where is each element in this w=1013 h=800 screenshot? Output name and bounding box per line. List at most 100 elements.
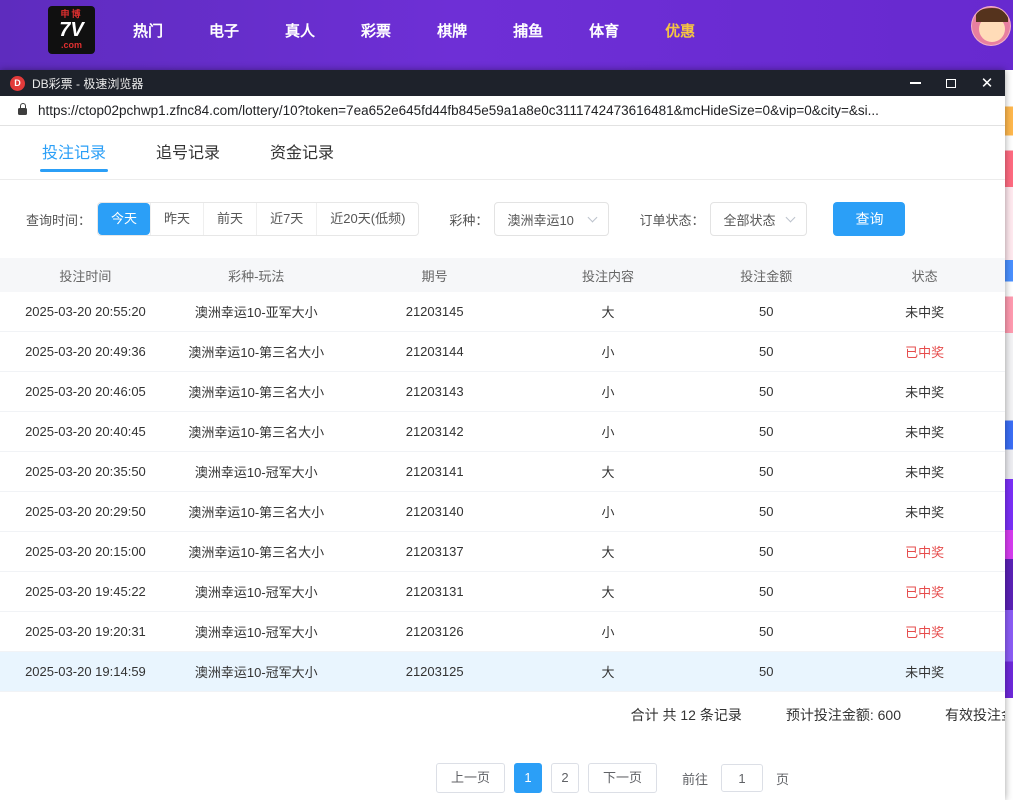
table-row[interactable]: 2025-03-20 19:45:22澳洲幸运10-冠军大小21203131大5… — [0, 572, 1005, 612]
table-cell: 澳洲幸运10-第三名大小 — [171, 502, 342, 521]
time-option[interactable]: 近7天 — [256, 203, 316, 235]
table-cell: 未中奖 — [844, 382, 1005, 401]
nav-item[interactable]: 彩票 — [361, 20, 391, 41]
record-tabs: 投注记录 追号记录 资金记录 — [0, 126, 1005, 180]
table-cell: 未中奖 — [844, 502, 1005, 521]
table-cell: 澳洲幸运10-冠军大小 — [171, 662, 342, 681]
lock-icon — [18, 108, 27, 115]
lottery-select-value: 澳洲幸运10 — [507, 210, 573, 229]
pagination: 上一页 12 下一页 前往 页 — [110, 763, 1005, 793]
site-logo[interactable]: 申博 7V .com — [48, 6, 95, 54]
summary-expected-amount: 预计投注金额: 600 — [786, 705, 901, 725]
lottery-filter-label: 彩种： — [449, 210, 488, 229]
user-avatar[interactable] — [971, 6, 1011, 46]
table-row[interactable]: 2025-03-20 19:14:59澳洲幸运10-冠军大小21203125大5… — [0, 652, 1005, 692]
table-cell: 小 — [528, 422, 689, 441]
table-cell: 50 — [688, 544, 844, 559]
table-row[interactable]: 2025-03-20 20:15:00澳洲幸运10-第三名大小21203137大… — [0, 532, 1005, 572]
nav-item[interactable]: 热门 — [133, 20, 163, 41]
table-cell: 澳洲幸运10-第三名大小 — [171, 422, 342, 441]
time-option[interactable]: 今天 — [98, 203, 150, 235]
table-body: 2025-03-20 20:55:20澳洲幸运10-亚军大小21203145大5… — [0, 292, 1005, 692]
table-cell: 已中奖 — [844, 342, 1005, 361]
table-cell: 2025-03-20 20:55:20 — [0, 304, 171, 319]
table-row[interactable]: 2025-03-20 19:20:31澳洲幸运10-冠军大小21203126小5… — [0, 612, 1005, 652]
table-cell: 小 — [528, 622, 689, 641]
summary-valid-amount: 有效投注金 — [945, 705, 1005, 725]
table-cell: 大 — [528, 662, 689, 681]
table-row[interactable]: 2025-03-20 20:49:36澳洲幸运10-第三名大小21203144小… — [0, 332, 1005, 372]
app-favicon-icon: D — [10, 76, 25, 91]
chevron-down-icon — [588, 213, 598, 223]
table-row[interactable]: 2025-03-20 20:35:50澳洲幸运10-冠军大小21203141大5… — [0, 452, 1005, 492]
table-cell: 澳洲幸运10-冠军大小 — [171, 462, 342, 481]
table-cell: 21203131 — [342, 584, 528, 599]
table-cell: 未中奖 — [844, 462, 1005, 481]
minimize-button[interactable] — [897, 70, 933, 96]
table-row[interactable]: 2025-03-20 20:29:50澳洲幸运10-第三名大小21203140小… — [0, 492, 1005, 532]
table-cell: 未中奖 — [844, 662, 1005, 681]
table-cell: 大 — [528, 302, 689, 321]
table-cell: 50 — [688, 424, 844, 439]
page-content: 投注记录 追号记录 资金记录 查询时间： 今天昨天前天近7天近20天(低频) 彩种：… — [0, 126, 1005, 800]
table-cell: 已中奖 — [844, 542, 1005, 561]
time-option[interactable]: 前天 — [203, 203, 256, 235]
maximize-icon — [946, 79, 956, 88]
nav-item[interactable]: 捕鱼 — [513, 20, 543, 41]
page-button[interactable]: 2 — [551, 763, 579, 793]
table-cell: 澳洲幸运10-冠军大小 — [171, 622, 342, 641]
nav-item[interactable]: 体育 — [589, 20, 619, 41]
time-option[interactable]: 昨天 — [150, 203, 203, 235]
table-cell: 2025-03-20 19:20:31 — [0, 624, 171, 639]
lottery-select[interactable]: 澳洲幸运10 — [494, 202, 609, 236]
table-cell: 2025-03-20 20:15:00 — [0, 544, 171, 559]
nav-item[interactable]: 电子 — [209, 20, 239, 41]
table-row[interactable]: 2025-03-20 20:40:45澳洲幸运10-第三名大小21203142小… — [0, 412, 1005, 452]
page-number-group: 12 — [514, 763, 579, 793]
nav-item[interactable]: 真人 — [285, 20, 315, 41]
page-button[interactable]: 1 — [514, 763, 542, 793]
goto-label: 前往 — [682, 769, 708, 788]
prev-page-button[interactable]: 上一页 — [436, 763, 505, 793]
table-cell: 2025-03-20 20:40:45 — [0, 424, 171, 439]
tab-item[interactable]: 追号记录 — [156, 144, 220, 179]
table-cell: 澳洲幸运10-第三名大小 — [171, 542, 342, 561]
tab-item[interactable]: 投注记录 — [42, 144, 106, 179]
url-text[interactable]: https://ctop02pchwp1.zfnc84.com/lottery/… — [38, 103, 879, 118]
table-cell: 大 — [528, 542, 689, 561]
table-row[interactable]: 2025-03-20 20:55:20澳洲幸运10-亚军大小21203145大5… — [0, 292, 1005, 332]
table-cell: 小 — [528, 502, 689, 521]
table-cell: 小 — [528, 382, 689, 401]
search-button[interactable]: 查询 — [833, 202, 905, 236]
maximize-button[interactable] — [933, 70, 969, 96]
nav-item[interactable]: 优惠 — [665, 20, 695, 41]
table-cell: 21203140 — [342, 504, 528, 519]
table-cell: 21203125 — [342, 664, 528, 679]
nav-item[interactable]: 棋牌 — [437, 20, 467, 41]
table-cell: 21203141 — [342, 464, 528, 479]
window-controls: ✕ — [897, 70, 1005, 96]
order-status-select[interactable]: 全部状态 — [710, 202, 807, 236]
status-filter-label: 订单状态： — [639, 210, 704, 229]
table-cell: 21203142 — [342, 424, 528, 439]
browser-window: D DB彩票 - 极速浏览器 ✕ https://ctop02pchwp1.zf… — [0, 70, 1005, 800]
close-button[interactable]: ✕ — [969, 70, 1005, 96]
table-header-cell: 彩种-玩法 — [171, 266, 342, 285]
table-cell: 21203137 — [342, 544, 528, 559]
summary-row: 合计 共 12 条记录 预计投注金额: 600 有效投注金 — [0, 705, 1005, 725]
next-page-button[interactable]: 下一页 — [588, 763, 657, 793]
goto-unit-label: 页 — [776, 769, 789, 788]
table-cell: 50 — [688, 584, 844, 599]
table-row[interactable]: 2025-03-20 20:46:05澳洲幸运10-第三名大小21203143小… — [0, 372, 1005, 412]
goto-page-input[interactable] — [721, 764, 763, 792]
time-option[interactable]: 近20天(低频) — [316, 203, 418, 235]
site-topbar: 申博 7V .com 热门 电子 真人 彩票 棋牌 捕鱼 体育 优惠 — [0, 0, 1013, 70]
window-titlebar: D DB彩票 - 极速浏览器 ✕ — [0, 70, 1005, 96]
table-cell: 2025-03-20 20:35:50 — [0, 464, 171, 479]
time-filter-group: 今天昨天前天近7天近20天(低频) — [97, 202, 419, 236]
tab-item[interactable]: 资金记录 — [270, 144, 334, 179]
filter-bar: 查询时间： 今天昨天前天近7天近20天(低频) 彩种： 澳洲幸运10 订单状态：… — [26, 202, 1005, 236]
table-cell: 21203126 — [342, 624, 528, 639]
table-cell: 50 — [688, 664, 844, 679]
table-header-cell: 期号 — [342, 266, 528, 285]
